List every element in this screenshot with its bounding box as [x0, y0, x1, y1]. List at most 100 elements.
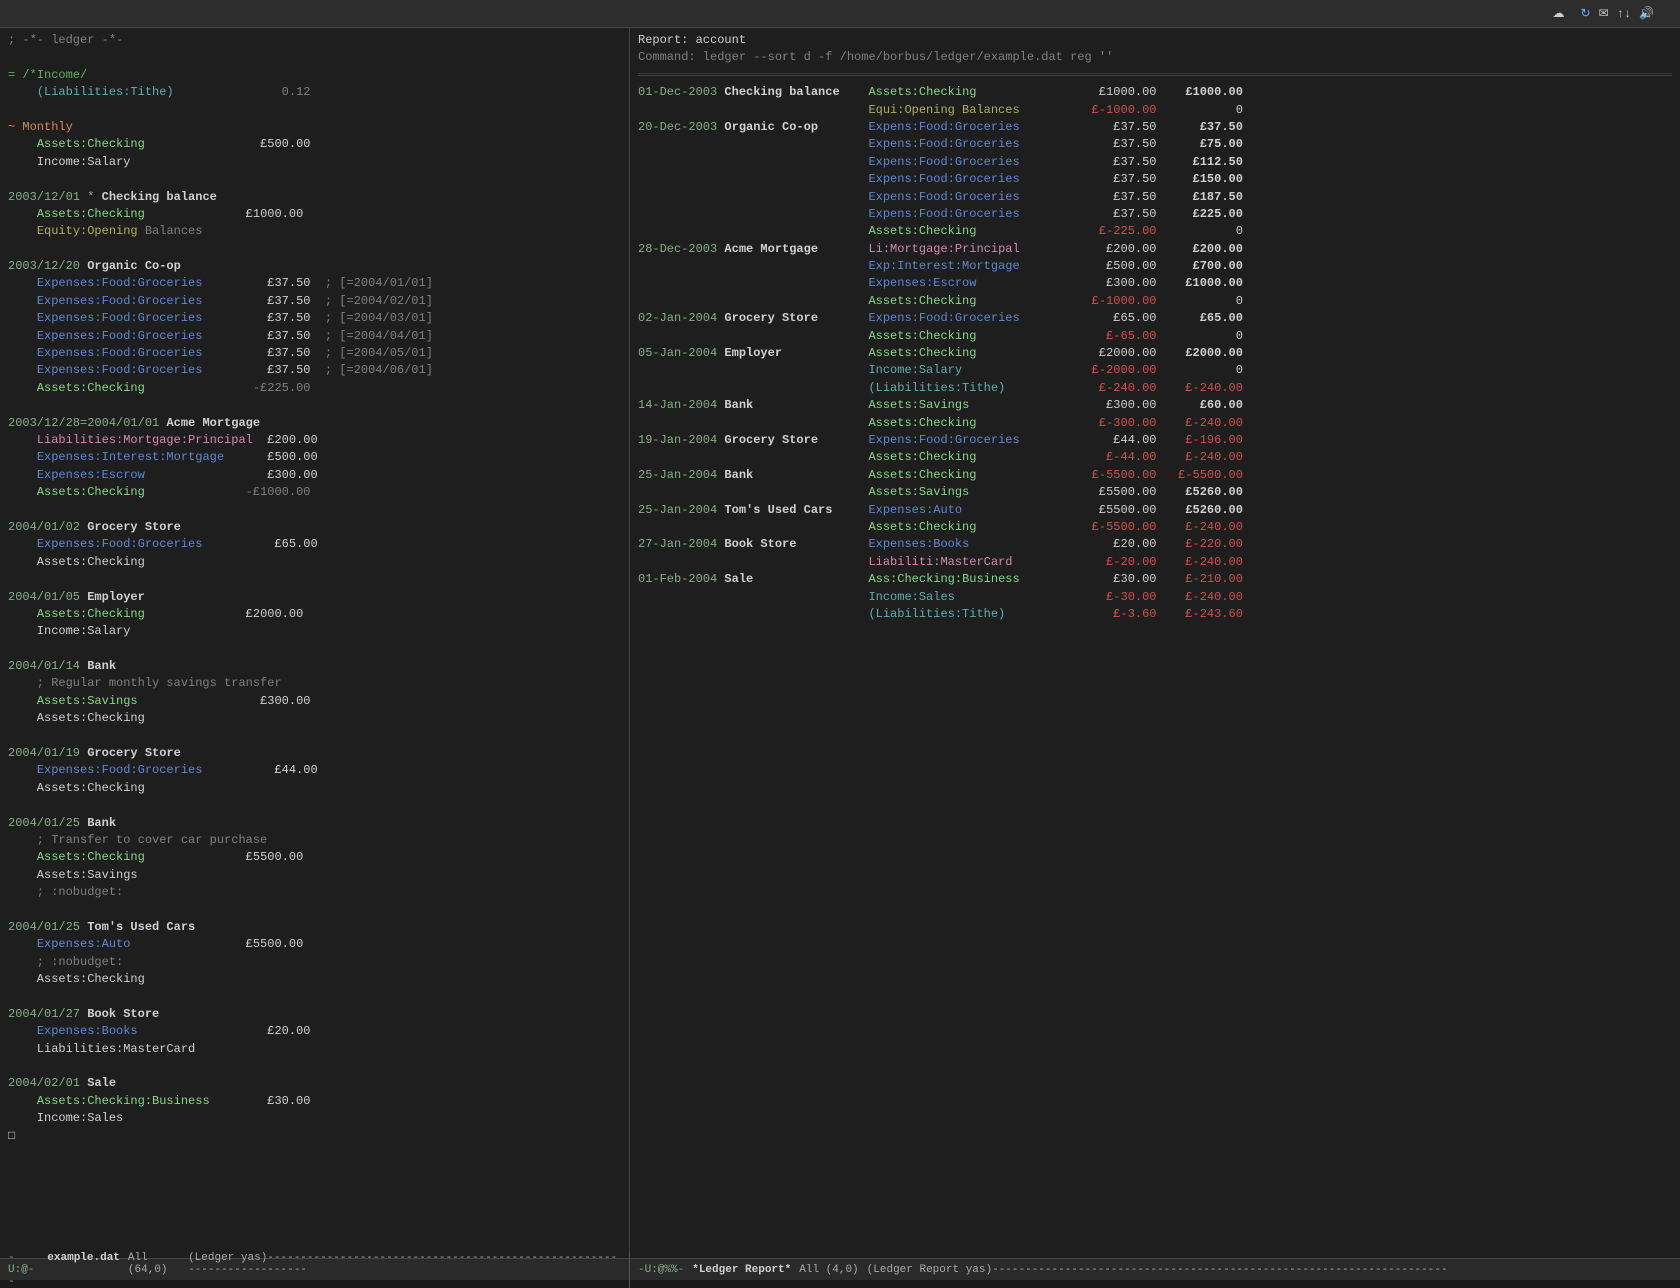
report-entry-30: (Liabilities:Tithe) £-3.60 £-243.60: [638, 606, 1672, 623]
left-line-27: [8, 502, 621, 519]
left-line-8: [8, 171, 621, 188]
left-line-16: Expenses:Food:Groceries £37.50 ; [=2004/…: [8, 310, 621, 327]
left-line-3: (Liabilities:Tithe) 0.12: [8, 84, 621, 101]
report-entry-18: 14-Jan-2004 Bank Assets:Savings £300.00 …: [638, 397, 1672, 414]
left-line-1: [8, 49, 621, 66]
left-line-49: ; :nobudget:: [8, 884, 621, 901]
left-line-53: ; :nobudget:: [8, 954, 621, 971]
report-entry-14: Assets:Checking £-65.00 0: [638, 328, 1672, 345]
report-entry-7: Expens:Food:Groceries £37.50 £225.00: [638, 206, 1672, 223]
left-line-40: [8, 728, 621, 745]
report-entry-20: 19-Jan-2004 Grocery Store Expens:Food:Gr…: [638, 432, 1672, 449]
left-line-31: [8, 571, 621, 588]
left-line-57: Expenses:Books £20.00: [8, 1023, 621, 1040]
report-command: Command: ledger --sort d -f /home/borbus…: [638, 49, 1672, 66]
left-line-4: [8, 102, 621, 119]
left-line-22: 2003/12/28=2004/01/01 Acme Mortgage: [8, 415, 621, 432]
left-line-9: 2003/12/01 * Checking balance: [8, 189, 621, 206]
report-entry-5: Expens:Food:Groceries £37.50 £150.00: [638, 171, 1672, 188]
left-line-37: ; Regular monthly savings transfer: [8, 675, 621, 692]
status-left-file: example.dat: [47, 1252, 120, 1288]
report-entry-3: Expens:Food:Groceries £37.50 £75.00: [638, 136, 1672, 153]
left-line-5: ~ Monthly: [8, 119, 621, 136]
left-line-30: Assets:Checking: [8, 554, 621, 571]
status-right: -U:@%%- *Ledger Report* All (4,0) (Ledge…: [630, 1264, 1680, 1276]
left-line-17: Expenses:Food:Groceries £37.50 ; [=2004/…: [8, 328, 621, 345]
left-line-58: Liabilities:MasterCard: [8, 1041, 621, 1058]
left-line-13: 2003/12/20 Organic Co-op: [8, 258, 621, 275]
left-line-12: [8, 241, 621, 258]
left-line-25: Expenses:Escrow £300.00: [8, 467, 621, 484]
statusbar: -U:@-- example.dat All (64,0) (Ledger ya…: [0, 1258, 1680, 1280]
left-line-29: Expenses:Food:Groceries £65.00: [8, 536, 621, 553]
left-line-33: Assets:Checking £2000.00: [8, 606, 621, 623]
left-line-38: Assets:Savings £300.00: [8, 693, 621, 710]
left-line-59: [8, 1058, 621, 1075]
left-line-51: 2004/01/25 Tom's Used Cars: [8, 919, 621, 936]
left-line-10: Assets:Checking £1000.00: [8, 206, 621, 223]
left-line-23: Liabilities:Mortgage:Principal £200.00: [8, 432, 621, 449]
left-line-60: 2004/02/01 Sale: [8, 1075, 621, 1092]
report-entry-13: 02-Jan-2004 Grocery Store Expens:Food:Gr…: [638, 310, 1672, 327]
report-entry-22: 25-Jan-2004 Bank Assets:Checking £-5500.…: [638, 467, 1672, 484]
left-line-56: 2004/01/27 Book Store: [8, 1006, 621, 1023]
left-line-50: [8, 902, 621, 919]
status-left: -U:@-- example.dat All (64,0) (Ledger ya…: [0, 1252, 630, 1288]
left-line-7: Income:Salary: [8, 154, 621, 171]
refresh-icon[interactable]: ↻: [1581, 6, 1591, 21]
report-entry-28: 01-Feb-2004 Sale Ass:Checking:Business £…: [638, 571, 1672, 588]
left-line-39: Assets:Checking: [8, 710, 621, 727]
report-entry-9: 28-Dec-2003 Acme Mortgage Li:Mortgage:Pr…: [638, 241, 1672, 258]
report-entry-29: Income:Sales £-30.00 £-240.00: [638, 589, 1672, 606]
report-divider: ════════════════════════════════════════…: [638, 67, 1672, 84]
left-line-14: Expenses:Food:Groceries £37.50 ; [=2004/…: [8, 275, 621, 292]
left-line-46: ; Transfer to cover car purchase: [8, 832, 621, 849]
left-line-24: Expenses:Interest:Mortgage £500.00: [8, 449, 621, 466]
left-line-48: Assets:Savings: [8, 867, 621, 884]
left-line-18: Expenses:Food:Groceries £37.50 ; [=2004/…: [8, 345, 621, 362]
left-pane-content: ; -*- ledger -*- = /*Income/ (Liabilitie…: [8, 32, 621, 1254]
weather-icon: ☁: [1553, 6, 1565, 21]
left-pane: ; -*- ledger -*- = /*Income/ (Liabilitie…: [0, 28, 630, 1258]
status-right-file: *Ledger Report*: [692, 1264, 791, 1276]
report-entry-27: Liabiliti:MasterCard £-20.00 £-240.00: [638, 554, 1672, 571]
left-line-2: = /*Income/: [8, 67, 621, 84]
report-entry-0: 01-Dec-2003 Checking balance Assets:Chec…: [638, 84, 1672, 101]
left-line-47: Assets:Checking £5500.00: [8, 849, 621, 866]
volume-icon[interactable]: 🔊: [1639, 6, 1654, 21]
report-entry-21: Assets:Checking £-44.00 £-240.00: [638, 449, 1672, 466]
status-left-mode: -U:@--: [8, 1252, 39, 1288]
report-entry-11: Expenses:Escrow £300.00 £1000.00: [638, 275, 1672, 292]
right-pane-content: Report: accountCommand: ledger --sort d …: [638, 32, 1672, 1254]
report-entry-26: 27-Jan-2004 Book Store Expenses:Books £2…: [638, 536, 1672, 553]
report-entry-1: Equi:Opening Balances £-1000.00 0: [638, 102, 1672, 119]
report-entry-12: Assets:Checking £-1000.00 0: [638, 293, 1672, 310]
right-pane: Report: accountCommand: ledger --sort d …: [630, 28, 1680, 1258]
status-right-mode: -U:@%%-: [638, 1264, 684, 1276]
left-line-34: Income:Salary: [8, 623, 621, 640]
report-entry-17: (Liabilities:Tithe) £-240.00 £-240.00: [638, 380, 1672, 397]
status-left-info: All (64,0): [128, 1252, 180, 1288]
left-line-0: ; -*- ledger -*-: [8, 32, 621, 49]
left-line-52: Expenses:Auto £5500.00: [8, 936, 621, 953]
left-line-62: Income:Sales: [8, 1110, 621, 1127]
left-line-15: Expenses:Food:Groceries £37.50 ; [=2004/…: [8, 293, 621, 310]
network-icon: ↑↓: [1617, 7, 1631, 21]
left-line-21: [8, 397, 621, 414]
left-line-35: [8, 641, 621, 658]
main-content: ; -*- ledger -*- = /*Income/ (Liabilitie…: [0, 28, 1680, 1258]
report-entry-25: Assets:Checking £-5500.00 £-240.00: [638, 519, 1672, 536]
left-line-63: □: [8, 1128, 621, 1145]
left-line-55: [8, 988, 621, 1005]
titlebar: ☁ ↻ ✉ ↑↓ 🔊: [0, 0, 1680, 28]
report-header-label: Report: account: [638, 32, 1672, 49]
report-entry-2: 20-Dec-2003 Organic Co-op Expens:Food:Gr…: [638, 119, 1672, 136]
report-entry-23: Assets:Savings £5500.00 £5260.00: [638, 484, 1672, 501]
mail-icon[interactable]: ✉: [1599, 6, 1609, 21]
left-line-42: Expenses:Food:Groceries £44.00: [8, 762, 621, 779]
report-entry-10: Exp:Interest:Mortgage £500.00 £700.00: [638, 258, 1672, 275]
report-entry-16: Income:Salary £-2000.00 0: [638, 362, 1672, 379]
left-line-41: 2004/01/19 Grocery Store: [8, 745, 621, 762]
report-entry-19: Assets:Checking £-300.00 £-240.00: [638, 415, 1672, 432]
left-line-43: Assets:Checking: [8, 780, 621, 797]
